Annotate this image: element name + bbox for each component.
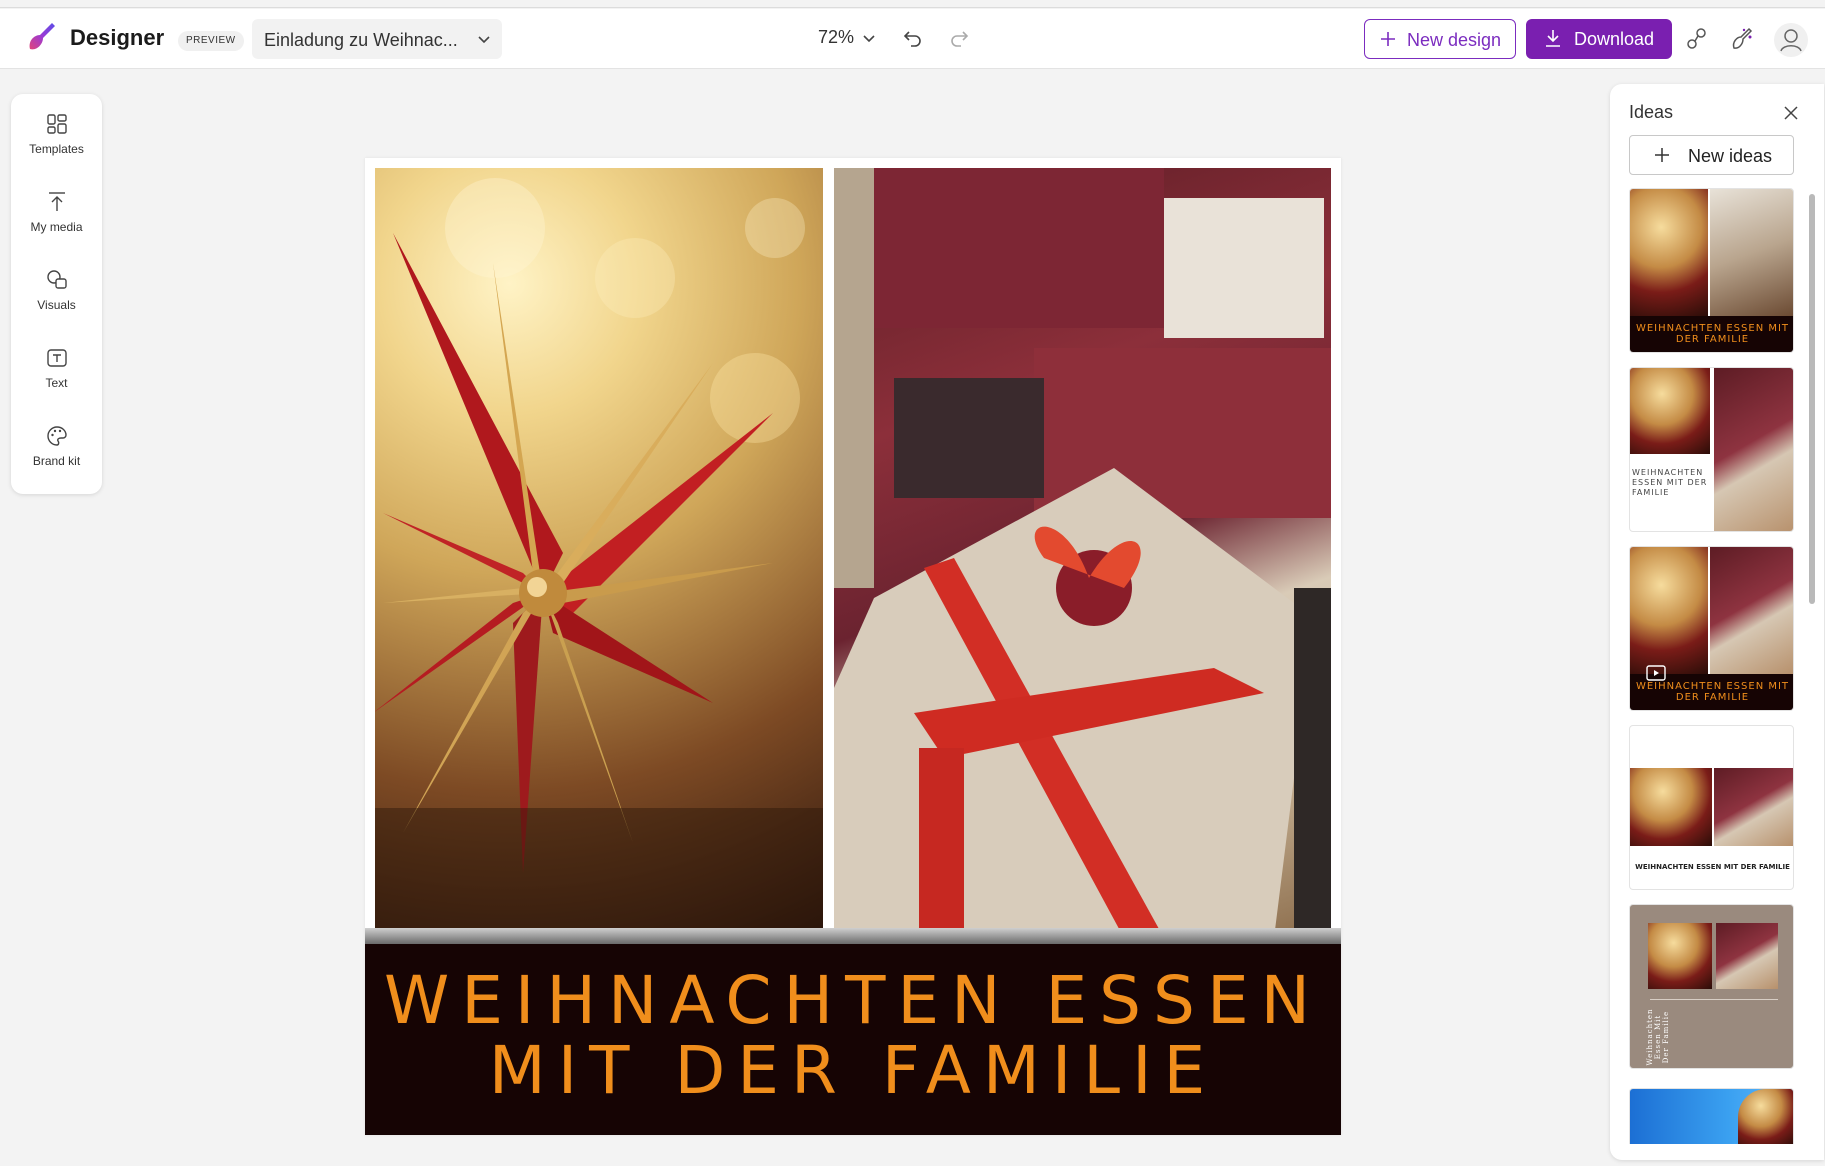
tool-label: My media [30,220,83,234]
tool-visuals[interactable]: Visuals [11,268,102,338]
tool-my-media[interactable]: My media [11,190,102,260]
thumb-gift-image [1710,547,1793,674]
new-ideas-button[interactable]: New ideas [1629,135,1794,175]
thumb-star-image [1738,1089,1793,1144]
app-header: Designer PREVIEW Einladung zu Weihnac...… [0,9,1825,69]
left-toolbar: Templates My media Visuals Text Brand ki… [11,94,102,494]
share-icon[interactable] [1684,26,1710,52]
document-title-dropdown[interactable]: Einladung zu Weihnac... [252,19,502,59]
wrapped-gifts-image [834,168,1331,938]
tool-templates[interactable]: Templates [11,112,102,182]
close-icon[interactable] [1782,104,1800,122]
palette-icon [46,426,67,446]
idea-thumbnail-4[interactable]: WEIHNACHTEN ESSEN MIT DER FAMILIE [1629,725,1794,890]
thumb-star-image [1630,189,1708,316]
thumb-caption: WEIHNACHTEN ESSEN MIT DER FAMILIE [1635,681,1790,703]
new-design-button[interactable]: New design [1364,19,1516,59]
thumb-star-image [1630,368,1710,454]
star-photo[interactable] [375,168,823,938]
video-play-icon [1646,665,1666,681]
thumb-gift-image [1716,923,1778,989]
idea-thumbnail-3[interactable]: WEIHNACHTEN ESSEN MIT DER FAMILIE [1629,546,1794,711]
title-band[interactable]: WEIHNACHTEN ESSEN MIT DER FAMILIE [365,944,1341,1135]
templates-icon [46,114,67,134]
zoom-level[interactable]: 72% [818,27,854,48]
preview-badge: PREVIEW [178,31,244,51]
download-icon [1546,30,1560,47]
chevron-down-icon [478,36,490,44]
zoom-chevron-down-icon[interactable] [862,31,876,45]
tool-label: Visuals [37,298,76,312]
thumb-caption: Weihnachten Essen Mit Der Familie [1646,1008,1670,1066]
idea-thumbnail-2[interactable]: WEIHNACHTEN ESSEN MIT DER FAMILIE [1629,367,1794,532]
redo-icon[interactable] [948,27,970,49]
designer-assistant-icon[interactable] [1729,26,1755,52]
ideas-panel-title: Ideas [1629,102,1674,122]
undo-icon[interactable] [902,27,924,49]
idea-thumbnail-1[interactable]: WEIHNACHTEN ESSEN MIT DER FAMILIE [1629,188,1794,353]
thumb-caption: WEIHNACHTEN ESSEN MIT DER FAMILIE [1632,468,1708,497]
thumb-divider [1650,999,1778,1000]
new-design-label: New design [1407,30,1502,50]
tool-label: Text [45,376,68,390]
document-title: Einladung zu Weihnac... [264,30,458,50]
design-title-line2[interactable]: MIT DER FAMILIE [365,1036,1341,1106]
thumb-star-image [1648,923,1712,989]
christmas-star-image [375,178,823,938]
designer-logo-icon[interactable] [24,21,58,55]
tool-label: Templates [29,142,84,156]
download-button[interactable]: Download [1526,19,1672,59]
plus-icon [1655,148,1669,162]
window-top-edge [0,0,1825,8]
plus-icon [1381,32,1395,46]
thumb-star-image [1630,547,1708,674]
gifts-photo[interactable] [834,168,1331,938]
app-name: Designer [70,25,165,50]
thumb-title-band: WEIHNACHTEN ESSEN MIT DER FAMILIE [1630,316,1793,352]
visuals-icon [46,270,67,289]
design-title-line1[interactable]: WEIHNACHTEN ESSEN [365,966,1341,1036]
user-icon [1780,29,1802,52]
ideas-panel: Ideas New ideas WEIHNACHTEN ESSEN MIT DE… [1610,84,1824,1160]
design-canvas[interactable]: WEIHNACHTEN ESSEN MIT DER FAMILIE [365,158,1341,1135]
idea-thumbnail-5[interactable]: Weihnachten Essen Mit Der Familie [1629,904,1794,1069]
user-avatar[interactable] [1774,23,1808,57]
download-label: Download [1574,29,1655,49]
tool-text[interactable]: Text [11,346,102,416]
thumb-caption: WEIHNACHTEN ESSEN MIT DER FAMILIE [1635,323,1790,345]
ideas-scrollbar[interactable] [1809,194,1815,604]
thumb-caption: WEIHNACHTEN ESSEN MIT DER FAMILIE [1635,863,1790,871]
thumb-gift-image [1714,768,1793,846]
thumb-table-image [1710,189,1793,316]
upload-icon [48,192,65,211]
thumb-star-image [1630,768,1712,846]
text-icon [46,349,67,367]
tool-label: Brand kit [32,454,81,468]
idea-thumbnail-6[interactable] [1629,1088,1794,1144]
tool-brand-kit[interactable]: Brand kit [11,424,102,494]
thumb-gift-image [1714,368,1793,531]
new-ideas-label: New ideas [1688,146,1773,166]
